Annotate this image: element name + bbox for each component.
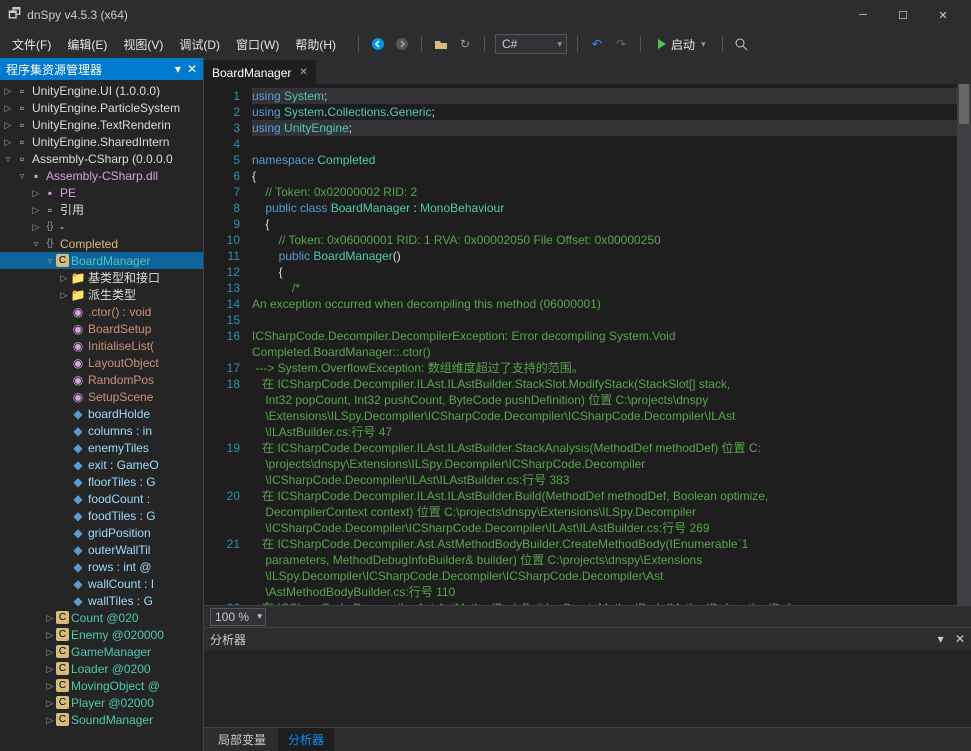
maximize-button[interactable]: ☐ — [883, 0, 923, 30]
tree-node[interactable]: ◆foodCount : — [0, 490, 203, 507]
open-icon[interactable] — [432, 35, 450, 53]
tree-node[interactable]: ▿▪Assembly-CSharp.dll — [0, 167, 203, 184]
tree-node[interactable]: ◉LayoutObject — [0, 354, 203, 371]
tree-node[interactable]: ▷▫引用 — [0, 201, 203, 218]
search-icon[interactable] — [733, 35, 751, 53]
menu-file[interactable]: 文件(F) — [4, 32, 59, 57]
menu-window[interactable]: 窗口(W) — [228, 32, 287, 57]
assembly-explorer: 程序集资源管理器 ▾ ✕ ▷▫UnityEngine.UI (1.0.0.0)▷… — [0, 58, 204, 751]
editor-tabs: BoardManager ✕ — [204, 58, 971, 84]
tree-node[interactable]: ▷📁派生类型 — [0, 286, 203, 303]
explorer-title: 程序集资源管理器 — [6, 61, 102, 78]
tree-node[interactable]: ▿CBoardManager — [0, 252, 203, 269]
menu-view[interactable]: 视图(V) — [115, 32, 171, 57]
tree-node[interactable]: ▷{}- — [0, 218, 203, 235]
tree-node[interactable]: ▷📁基类型和接口 — [0, 269, 203, 286]
tree-node[interactable]: ▷CSoundManager — [0, 711, 203, 728]
tree-node[interactable]: ◆rows : int @ — [0, 558, 203, 575]
tree-node[interactable]: ◉SetupScene — [0, 388, 203, 405]
tab-close-icon[interactable]: ✕ — [299, 67, 307, 78]
scrollbar-vertical[interactable] — [957, 84, 971, 605]
tree-node[interactable]: ◆columns : in — [0, 422, 203, 439]
menubar: 文件(F) 编辑(E) 视图(V) 调试(D) 窗口(W) 帮助(H) ↻ C#… — [0, 30, 971, 58]
redo-icon[interactable]: ↷ — [612, 35, 630, 53]
assembly-tree[interactable]: ▷▫UnityEngine.UI (1.0.0.0)▷▫UnityEngine.… — [0, 80, 203, 751]
tab-analyzer[interactable]: 分析器 — [278, 728, 334, 751]
nav-back-icon[interactable] — [369, 35, 387, 53]
panel-dropdown-icon[interactable]: ▾ — [938, 632, 944, 646]
editor-statusbar: 100 % — [204, 605, 971, 627]
close-panel-icon[interactable]: ✕ — [187, 62, 197, 76]
tree-node[interactable]: ◆wallCount : I — [0, 575, 203, 592]
tree-node[interactable]: ◆enemyTiles — [0, 439, 203, 456]
bottom-tabs: 局部变量 分析器 — [204, 727, 971, 751]
tree-node[interactable]: ▷▫UnityEngine.UI (1.0.0.0) — [0, 82, 203, 99]
reload-icon[interactable]: ↻ — [456, 35, 474, 53]
tab-boardmanager[interactable]: BoardManager ✕ — [204, 60, 316, 84]
analyzer-title: 分析器 — [210, 631, 246, 648]
play-icon — [657, 39, 667, 49]
menu-debug[interactable]: 调试(D) — [171, 32, 228, 57]
tree-node[interactable]: ▷CPlayer @02000 — [0, 694, 203, 711]
code-text[interactable]: using System;using System.Collections.Ge… — [248, 84, 971, 605]
tree-node[interactable]: ◉InitialiseList( — [0, 337, 203, 354]
app-icon: 🗗 — [8, 3, 21, 27]
tree-node[interactable]: ▷▫UnityEngine.TextRenderin — [0, 116, 203, 133]
window-title: dnSpy v4.5.3 (x64) — [27, 8, 843, 22]
titlebar: 🗗 dnSpy v4.5.3 (x64) ─ ☐ ✕ — [0, 0, 971, 30]
tree-node[interactable]: ◆gridPosition — [0, 524, 203, 541]
tree-node[interactable]: ◆floorTiles : G — [0, 473, 203, 490]
tab-label: BoardManager — [212, 66, 291, 80]
tree-node[interactable]: ▷CEnemy @020000 — [0, 626, 203, 643]
code-editor[interactable]: 12345678910111213141516171819202122 usin… — [204, 84, 971, 605]
tab-locals[interactable]: 局部变量 — [208, 728, 276, 751]
explorer-header: 程序集资源管理器 ▾ ✕ — [0, 58, 203, 80]
start-button[interactable]: 启动 ▾ — [651, 36, 712, 53]
tree-node[interactable]: ▷CLoader @0200 — [0, 660, 203, 677]
minimize-button[interactable]: ─ — [843, 0, 883, 30]
undo-icon[interactable]: ↶ — [588, 35, 606, 53]
tree-node[interactable]: ▿▫Assembly-CSharp (0.0.0.0 — [0, 150, 203, 167]
tree-node[interactable]: ◆foodTiles : G — [0, 507, 203, 524]
zoom-dropdown[interactable]: 100 % — [210, 608, 266, 626]
tree-node[interactable]: ▷▫UnityEngine.SharedIntern — [0, 133, 203, 150]
tree-node[interactable]: ▿{}Completed — [0, 235, 203, 252]
tree-node[interactable]: ▷▫UnityEngine.ParticleSystem — [0, 99, 203, 116]
tree-node[interactable]: ◆wallTiles : G — [0, 592, 203, 609]
menu-help[interactable]: 帮助(H) — [287, 32, 344, 57]
tree-node[interactable]: ▷CCount @020 — [0, 609, 203, 626]
language-dropdown[interactable]: C# — [495, 34, 567, 54]
analyzer-panel: 分析器 ▾ ✕ — [204, 627, 971, 727]
nav-fwd-icon[interactable] — [393, 35, 411, 53]
tree-node[interactable]: ▷CMovingObject @ — [0, 677, 203, 694]
gutter: 12345678910111213141516171819202122 — [204, 84, 248, 605]
tree-node[interactable]: ◉BoardSetup — [0, 320, 203, 337]
tree-node[interactable]: ◉RandomPos — [0, 371, 203, 388]
tree-node[interactable]: ▷▪PE — [0, 184, 203, 201]
menu-edit[interactable]: 编辑(E) — [59, 32, 115, 57]
tree-node[interactable]: ◆exit : GameO — [0, 456, 203, 473]
dropdown-icon[interactable]: ▾ — [175, 62, 181, 76]
tree-node[interactable]: ◆boardHolde — [0, 405, 203, 422]
tree-node[interactable]: ◆outerWallTil — [0, 541, 203, 558]
panel-close-icon[interactable]: ✕ — [955, 632, 965, 646]
tree-node[interactable]: ◉.ctor() : void — [0, 303, 203, 320]
close-button[interactable]: ✕ — [923, 0, 963, 30]
tree-node[interactable]: ▷CGameManager — [0, 643, 203, 660]
